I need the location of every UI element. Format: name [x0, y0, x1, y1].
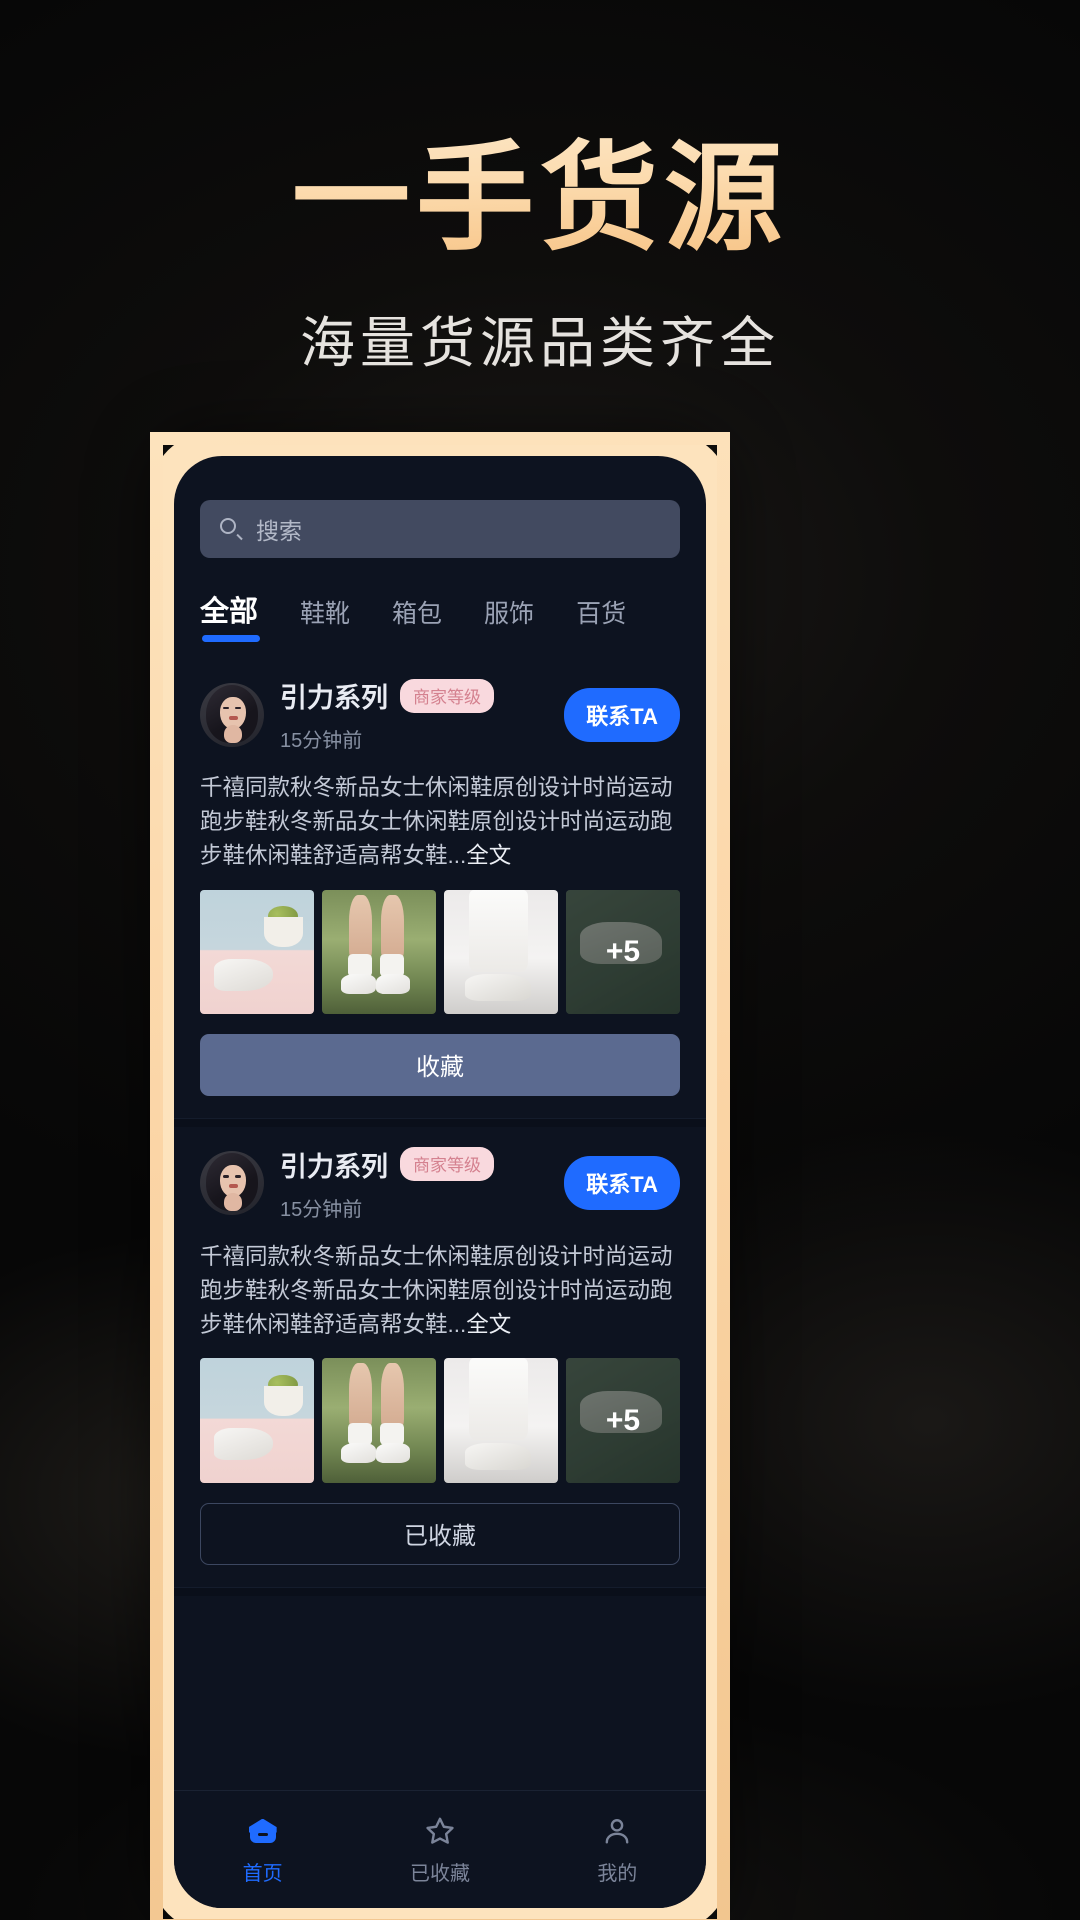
post-card: 引力系列 商家等级 15分钟前 联系TA 千禧同款秋冬新品女士休闲鞋原创设计时尚… — [174, 1127, 706, 1587]
post-header: 引力系列 商家等级 15分钟前 联系TA — [200, 676, 680, 753]
search-input[interactable]: 搜索 — [200, 500, 680, 558]
post-image-more[interactable]: +5 — [566, 1358, 680, 1483]
post-description: 千禧同款秋冬新品女士休闲鞋原创设计时尚运动跑步鞋秋冬新品女士休闲鞋原创设计时尚运… — [200, 1240, 680, 1343]
post-image-grid: +5 — [200, 1358, 680, 1483]
author-name: 引力系列 — [280, 1151, 388, 1182]
star-icon — [423, 1814, 457, 1848]
image-overflow-count: +5 — [605, 1403, 641, 1437]
user-icon — [600, 1814, 634, 1848]
tab-all[interactable]: 全部 — [200, 588, 261, 644]
contact-button[interactable]: 联系TA — [564, 1156, 680, 1211]
phone-mockup-frame: 搜索 全部 鞋靴 箱包 服饰 百货 引力系列 商家等级 15分钟前 联系TA 千… — [150, 432, 730, 1920]
post-header: 引力系列 商家等级 15分钟前 联系TA — [200, 1145, 680, 1222]
phone-screen: 搜索 全部 鞋靴 箱包 服饰 百货 引力系列 商家等级 15分钟前 联系TA 千… — [174, 456, 706, 1908]
nav-label: 我的 — [597, 1862, 638, 1885]
nav-item-favorites[interactable]: 已收藏 — [351, 1791, 528, 1908]
post-timestamp: 15分钟前 — [280, 1198, 363, 1221]
category-tabs: 全部 鞋靴 箱包 服饰 百货 — [200, 588, 680, 644]
contact-button[interactable]: 联系TA — [564, 687, 680, 742]
author-name: 引力系列 — [280, 683, 388, 713]
post-card: 引力系列 商家等级 15分钟前 联系TA 千禧同款秋冬新品女士休闲鞋原创设计时尚… — [174, 658, 706, 1118]
tab-label: 箱包 — [392, 600, 443, 628]
search-icon — [220, 518, 243, 541]
author-name-row: 引力系列 商家等级 — [280, 676, 548, 715]
tab-label: 服饰 — [484, 600, 535, 628]
post-description-text: 千禧同款秋冬新品女士休闲鞋原创设计时尚运动跑步鞋秋冬新品女士休闲鞋原创设计时尚运… — [200, 1243, 673, 1338]
post-description: 千禧同款秋冬新品女士休闲鞋原创设计时尚运动跑步鞋秋冬新品女士休闲鞋原创设计时尚运… — [200, 771, 680, 874]
card-divider — [174, 1586, 706, 1596]
post-image[interactable] — [200, 1358, 314, 1483]
post-feed: 引力系列 商家等级 15分钟前 联系TA 千禧同款秋冬新品女士休闲鞋原创设计时尚… — [174, 658, 706, 1596]
post-author-block: 引力系列 商家等级 15分钟前 — [280, 1145, 548, 1222]
merchant-level-badge: 商家等级 — [400, 1147, 494, 1182]
tab-apparel[interactable]: 服饰 — [484, 594, 534, 644]
tab-shoes[interactable]: 鞋靴 — [300, 594, 350, 644]
nav-item-home[interactable]: 首页 — [174, 1791, 351, 1908]
nav-item-profile[interactable]: 我的 — [529, 1791, 706, 1908]
post-image[interactable] — [444, 1358, 558, 1483]
author-name-row: 引力系列 商家等级 — [280, 1145, 548, 1184]
expand-full-text-link[interactable]: 全文 — [466, 843, 511, 868]
poster-subline: 海量货源品类齐全 — [299, 311, 780, 376]
post-author-block: 引力系列 商家等级 15分钟前 — [280, 676, 548, 753]
post-image[interactable] — [200, 889, 314, 1014]
poster-headline: 一手货源 — [0, 132, 1080, 264]
merchant-level-badge: 商家等级 — [400, 678, 494, 713]
tab-general[interactable]: 百货 — [576, 594, 626, 644]
nav-label: 首页 — [242, 1862, 283, 1885]
app-viewport: 搜索 全部 鞋靴 箱包 服饰 百货 引力系列 商家等级 15分钟前 联系TA 千… — [174, 456, 706, 1908]
search-placeholder: 搜索 — [256, 518, 302, 544]
tab-label: 百货 — [576, 600, 627, 628]
post-image[interactable] — [322, 1358, 436, 1483]
post-image-grid: +5 — [200, 889, 680, 1014]
nav-label: 已收藏 — [409, 1862, 470, 1885]
post-description-text: 千禧同款秋冬新品女士休闲鞋原创设计时尚运动跑步鞋秋冬新品女士休闲鞋原创设计时尚运… — [200, 775, 673, 869]
image-overflow-count: +5 — [605, 934, 641, 968]
avatar[interactable] — [200, 1151, 264, 1216]
tab-bags[interactable]: 箱包 — [392, 594, 442, 644]
post-image[interactable] — [322, 889, 436, 1014]
poster-text-block: 一手货源 海量货源品类齐全 — [0, 132, 1080, 378]
avatar[interactable] — [200, 682, 264, 747]
card-divider — [174, 1117, 706, 1127]
tab-label: 鞋靴 — [300, 600, 351, 628]
post-image-more[interactable]: +5 — [566, 889, 680, 1014]
tab-label: 全部 — [200, 596, 259, 628]
bottom-navigation: 首页 已收藏 我的 — [174, 1790, 706, 1908]
favorite-button[interactable]: 收藏 — [200, 1033, 680, 1096]
post-image[interactable] — [444, 889, 558, 1014]
favorite-button[interactable]: 已收藏 — [200, 1502, 680, 1565]
expand-full-text-link[interactable]: 全文 — [466, 1312, 511, 1337]
home-icon — [246, 1814, 280, 1848]
post-timestamp: 15分钟前 — [280, 730, 363, 752]
